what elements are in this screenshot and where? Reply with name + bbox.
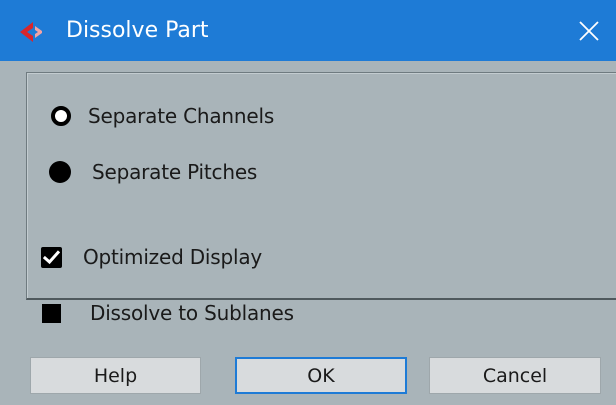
radio-separate-pitches[interactable]: Separate Pitches bbox=[49, 160, 257, 184]
dissolve-to-sublanes-label: Dissolve to Sublanes bbox=[90, 301, 294, 325]
radio-unselected-icon[interactable] bbox=[51, 106, 71, 126]
checkbox-optimized-display[interactable]: Optimized Display bbox=[41, 245, 262, 269]
checkbox-dissolve-to-sublanes[interactable]: Dissolve to Sublanes bbox=[42, 301, 294, 325]
close-button[interactable] bbox=[562, 0, 616, 61]
close-icon bbox=[579, 20, 599, 41]
help-button[interactable]: Help bbox=[30, 357, 201, 394]
separate-channels-label: Separate Channels bbox=[88, 104, 275, 128]
title-bar: Dissolve Part bbox=[0, 0, 616, 61]
checkbox-checked-icon[interactable] bbox=[41, 246, 62, 268]
separate-pitches-label: Separate Pitches bbox=[92, 160, 258, 184]
dissolve-part-dialog: Dissolve Part Separate Channels Separate… bbox=[0, 0, 616, 405]
window-title: Dissolve Part bbox=[66, 18, 209, 43]
cancel-button[interactable]: Cancel bbox=[429, 357, 601, 394]
radio-selected-icon[interactable] bbox=[49, 161, 71, 183]
checkbox-unchecked-icon[interactable] bbox=[42, 303, 61, 323]
cubase-icon bbox=[20, 22, 42, 42]
ok-button[interactable]: OK bbox=[235, 357, 407, 394]
optimized-display-label: Optimized Display bbox=[83, 245, 263, 269]
radio-separate-channels[interactable]: Separate Channels bbox=[51, 104, 274, 128]
